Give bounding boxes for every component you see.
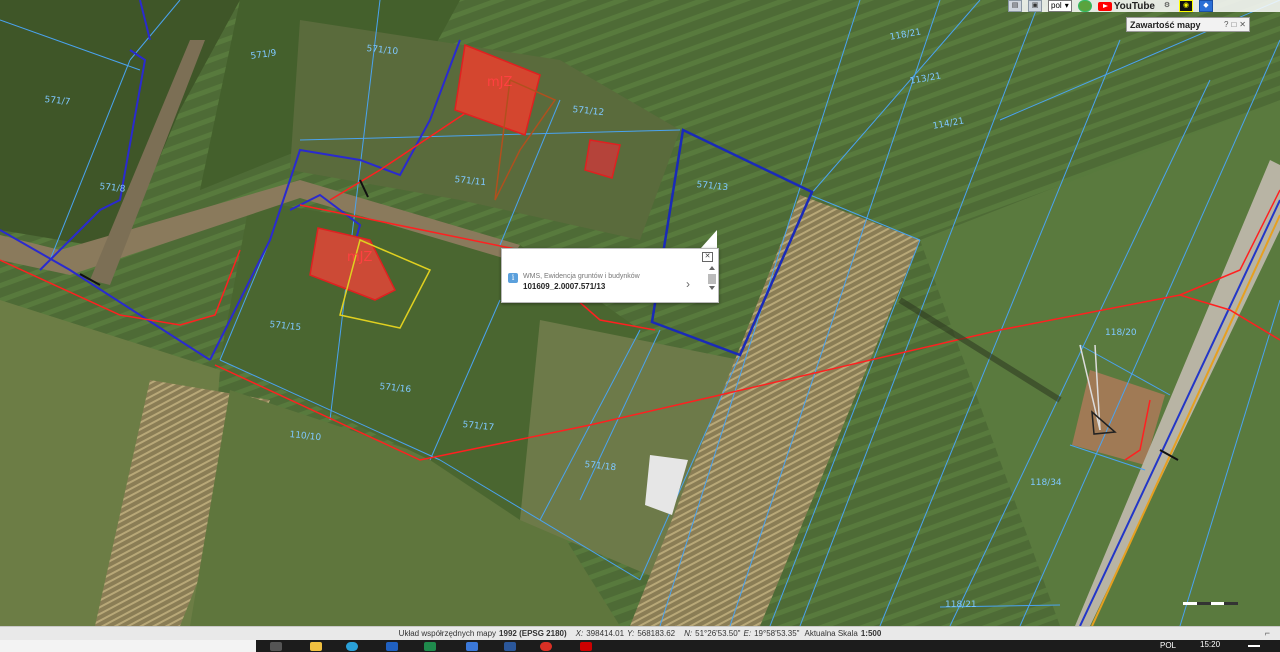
youtube-label: YouTube — [1113, 0, 1155, 12]
building-label: mJZ — [347, 250, 373, 265]
y-value: 568183.62 — [637, 629, 676, 638]
popup-parcel-id: 101609_2.0007.571/13 — [523, 282, 606, 291]
x-value: 398414.01 — [586, 629, 625, 638]
bookmark-icon[interactable]: ◆ — [1199, 0, 1213, 12]
parcel-label: 118/20 — [1105, 328, 1137, 338]
orthophoto-layer — [0, 0, 1280, 626]
app-icon[interactable] — [466, 642, 478, 651]
youtube-link[interactable]: YouTube — [1097, 0, 1155, 12]
task-view-icon[interactable] — [270, 642, 282, 651]
scale-label: Aktualna Skala — [804, 629, 858, 638]
building-label: mJZ — [487, 75, 513, 90]
x-label: X: — [575, 629, 584, 638]
e-value: 19°58'53.35" — [754, 629, 800, 638]
youtube-play-icon — [1097, 1, 1112, 11]
gear-icon[interactable]: ⚙ — [1161, 1, 1173, 11]
dark-mode-icon[interactable]: ◉ — [1179, 0, 1193, 12]
map-content-panel[interactable]: Zawartość mapy ? □ ✕ — [1126, 17, 1250, 32]
crs-value: 1992 (EPSG 2180) — [499, 629, 567, 638]
n-value: 51°26'53.50" — [695, 629, 741, 638]
info-icon: i — [508, 273, 518, 283]
show-desktop-button[interactable] — [1248, 645, 1260, 647]
parcel-label: 118/21 — [945, 600, 977, 610]
edge-browser-icon[interactable] — [346, 642, 358, 651]
n-label: N: — [684, 629, 693, 638]
file-explorer-icon[interactable] — [310, 642, 322, 651]
e-label: E: — [743, 629, 752, 638]
scale-bar — [1183, 602, 1238, 606]
parcel-label: 118/34 — [1030, 478, 1062, 488]
language-select[interactable]: pol ▾ — [1048, 0, 1072, 12]
acrobat-icon[interactable] — [580, 642, 592, 651]
taskbar-search-box[interactable] — [0, 640, 256, 652]
taskbar: POL 15:20 — [0, 640, 1280, 652]
print-icon[interactable]: ▤ — [1008, 0, 1022, 12]
close-button[interactable]: ✕ — [1239, 20, 1246, 29]
chrome-icon[interactable] — [540, 642, 552, 651]
keyboard-language[interactable]: POL — [1160, 641, 1176, 650]
crs-label: Układ współrzędnych mapy — [398, 629, 497, 638]
scroll-thumb[interactable] — [707, 274, 716, 284]
help-button[interactable]: ? — [1224, 20, 1228, 29]
excel-icon[interactable] — [424, 642, 436, 651]
scroll-up-icon[interactable] — [708, 266, 715, 270]
y-label: Y: — [627, 629, 635, 638]
chevron-right-icon[interactable]: › — [686, 277, 690, 291]
map-view[interactable]: 571/9 571/10 571/12 571/11 571/13 571/15… — [0, 0, 1280, 626]
popup-tail — [701, 230, 717, 248]
app-icon[interactable] — [386, 642, 398, 651]
chevron-down-icon: ▾ — [1064, 1, 1069, 10]
scale-value: 1:500 — [860, 629, 882, 638]
feature-info-popup[interactable]: ✕ i WMS, Ewidencja gruntów i budynków 10… — [501, 248, 719, 303]
save-icon[interactable]: ▣ — [1028, 0, 1042, 12]
scroll-down-icon[interactable] — [708, 286, 715, 290]
resize-corner-icon[interactable]: ⌐ — [1265, 628, 1270, 638]
word-icon[interactable] — [504, 642, 516, 651]
popup-close-button[interactable]: ✕ — [702, 252, 713, 262]
clock[interactable]: 15:20 — [1200, 640, 1220, 649]
extension-icon[interactable] — [1077, 0, 1092, 12]
map-content-title: Zawartość mapy — [1130, 19, 1201, 30]
language-value: pol — [1051, 1, 1062, 10]
popup-scrollbar[interactable] — [707, 266, 716, 299]
browser-toolbar: ▤ ▣ pol ▾ YouTube ⚙ ◉ ◆ — [1008, 0, 1280, 12]
minimize-button[interactable]: □ — [1231, 20, 1236, 29]
popup-source: WMS, Ewidencja gruntów i budynków — [523, 273, 640, 280]
status-bar: Układ współrzędnych mapy 1992 (EPSG 2180… — [0, 626, 1280, 640]
popup-result-row[interactable]: i WMS, Ewidencja gruntów i budynków 1016… — [508, 271, 708, 293]
